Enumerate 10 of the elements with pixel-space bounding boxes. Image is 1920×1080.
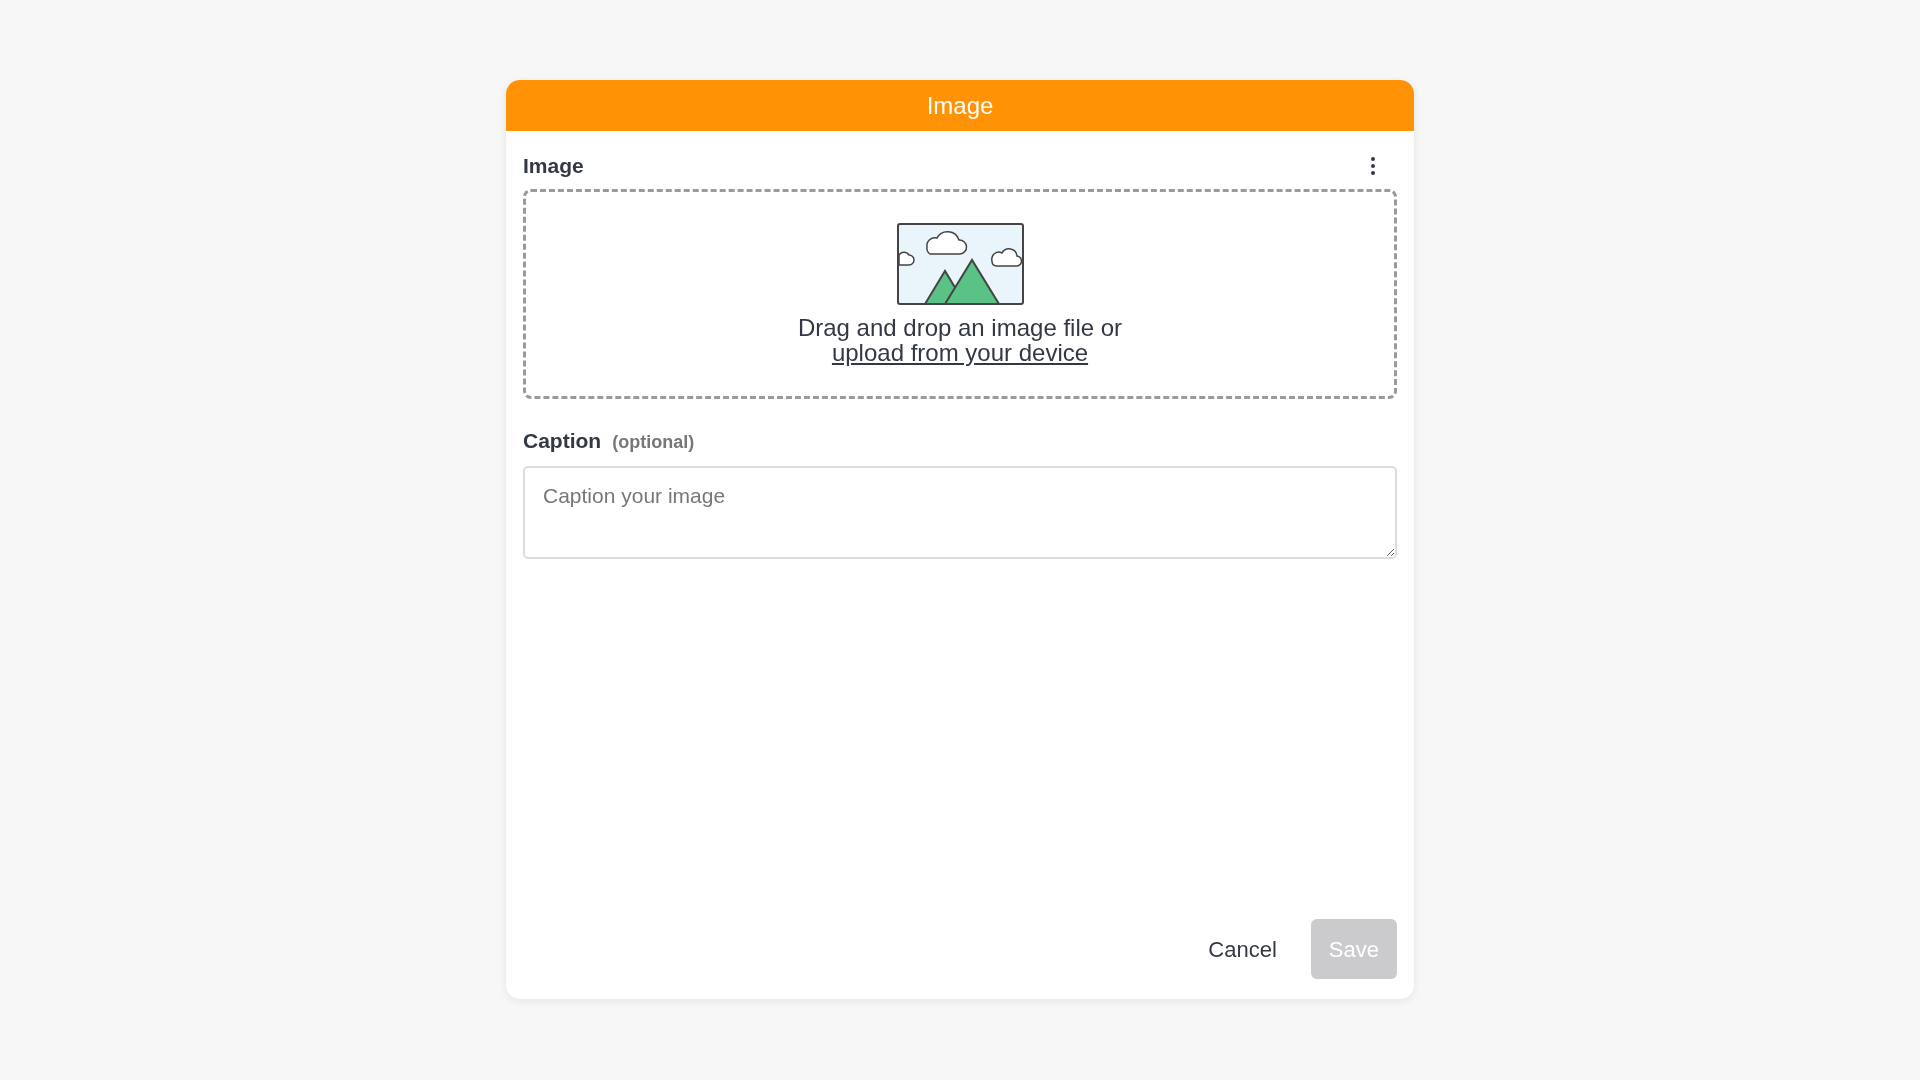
- dropzone-text: Drag and drop an image file or: [797, 315, 1123, 340]
- optional-hint: (optional): [612, 431, 695, 454]
- upload-link[interactable]: upload from your device: [831, 340, 1089, 365]
- field-label: Caption: [523, 428, 602, 454]
- more-options-icon[interactable]: [1370, 156, 1376, 176]
- field-label: Image: [523, 153, 584, 180]
- image-placeholder-icon: [896, 223, 1024, 305]
- dropzone[interactable]: Drag and drop an image file or upload from your device: [523, 189, 1397, 399]
- dialog-title: Image: [926, 90, 994, 121]
- caption-field[interactable]: Caption your image: [523, 465, 1397, 559]
